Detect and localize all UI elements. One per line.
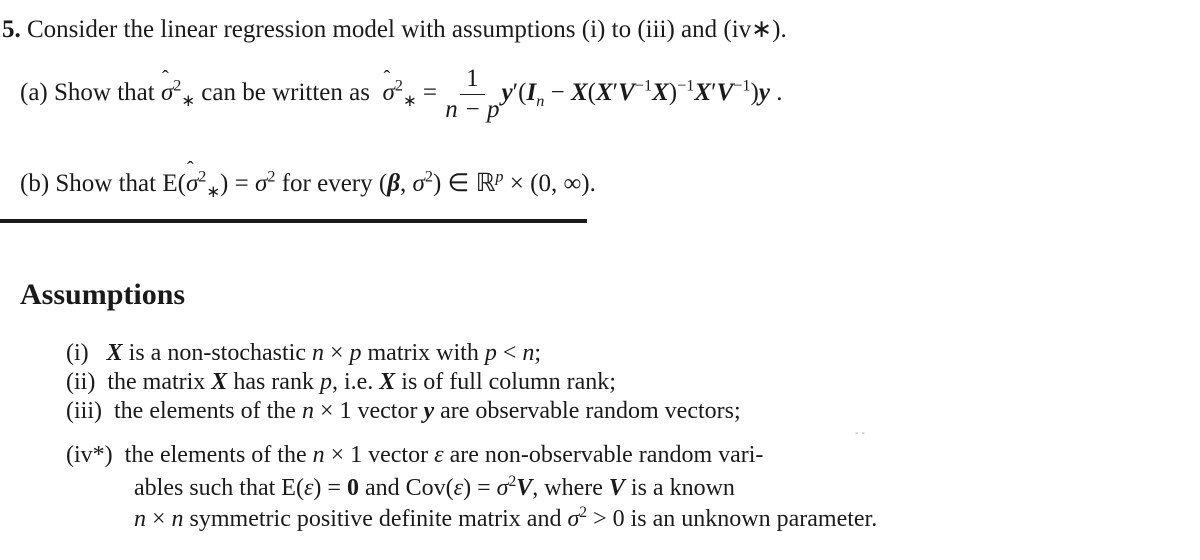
assumption-label: (iv*): [66, 442, 113, 468]
assumption-label: (i): [66, 340, 89, 366]
part-b: (b) Show that E(σ2∗) = σ2 for every (β, …: [20, 158, 596, 200]
part-b-label: (b): [20, 170, 50, 197]
part-a-formula: σ2∗ = 1 n − p y′(In − X(X′V−1X)−1X′V−1)y…: [382, 65, 782, 123]
scan-artifact: - -: [855, 428, 865, 439]
assumption-label: (ii): [66, 369, 96, 395]
assumption-label: (iii): [66, 398, 102, 424]
section-divider: [0, 219, 587, 223]
assumption-continuation: n × n symmetric positive definite matrix…: [134, 504, 878, 533]
assumption-text: the elements of the n × 1 vector y are o…: [114, 398, 741, 424]
fraction-numerator: 1: [460, 64, 485, 95]
part-a: (a) Show that σ2∗ can be written as σ2∗ …: [20, 64, 782, 125]
part-a-label: (a): [20, 79, 48, 107]
assumption-item: (ii) the matrix X has rank p, i.e. X is …: [66, 369, 616, 396]
fraction-denominator: n − p: [445, 96, 500, 123]
assumption-continuation: ables such that E(ε) = 0 and Cov(ε) = σ2…: [134, 473, 735, 502]
assumption-item: (iii) the elements of the n × 1 vector y…: [66, 398, 741, 425]
assumption-item: (iv*) the elements of the n × 1 vector ε…: [66, 442, 763, 469]
assumption-text: X is a non-stochastic n × p matrix with …: [106, 340, 542, 366]
problem-intro: 5. Consider the linear regression model …: [2, 14, 787, 44]
fraction: 1 n − p: [445, 64, 499, 125]
part-b-text: Show that E(σ2∗) = σ2 for every (β, σ2) …: [55, 158, 595, 200]
problem-number: 5.: [2, 16, 21, 43]
assumption-text-line-1: the elements of the n × 1 vector ε are n…: [124, 442, 764, 468]
assumption-item: (i) X is a non-stochastic n × p matrix w…: [66, 340, 541, 367]
assumption-text-line-3: n × n symmetric positive definite matrix…: [134, 504, 878, 532]
problem-intro-text: Consider the linear regression model wit…: [27, 16, 787, 43]
assumption-text-line-2: ables such that E(ε) = 0 and Cov(ε) = σ2…: [134, 473, 735, 501]
assumptions-heading: Assumptions: [20, 278, 186, 311]
assumption-text: the matrix X has rank p, i.e. X is of fu…: [107, 369, 616, 395]
part-a-text: Show that σ2∗ can be written as: [54, 67, 376, 109]
